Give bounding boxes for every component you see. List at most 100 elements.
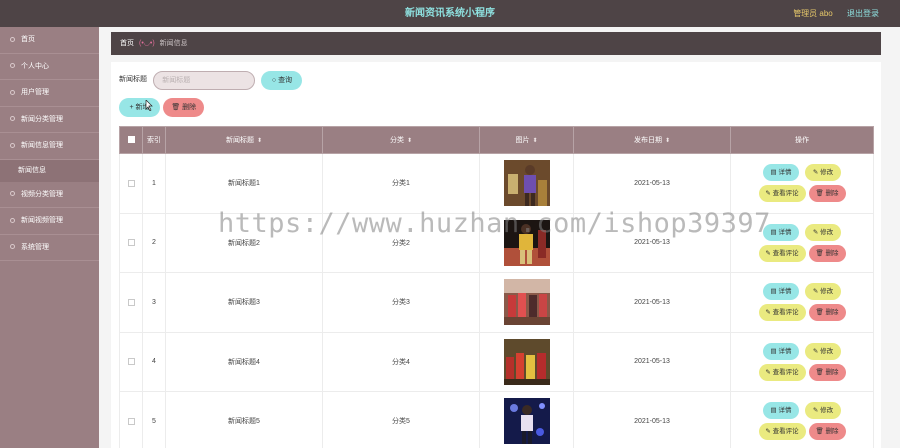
row-category: 分类2 xyxy=(322,212,480,273)
row-checkbox[interactable] xyxy=(127,298,135,306)
app-title: 新闻资讯系统小程序 xyxy=(405,8,495,19)
search-input[interactable]: 新闻标题 xyxy=(153,70,256,90)
row-delete-button[interactable]: 🗑 删除 xyxy=(808,185,846,203)
news-thumbnail[interactable] xyxy=(503,219,550,266)
sidebar-item-system[interactable]: 系统管理 xyxy=(0,235,99,261)
select-all-checkbox[interactable] xyxy=(127,136,135,144)
logout-link[interactable]: 退出登录 xyxy=(847,9,879,18)
comment-label: 查看评论 xyxy=(772,190,799,198)
bullet-icon xyxy=(10,142,15,148)
row-category: 分类5 xyxy=(322,391,480,448)
main-content: 首页 (•◡•) 新闻信息 新闻标题 新闻标题 ○ 查询 + 新增 🗑 删除 索引 … xyxy=(99,27,900,448)
sidebar-item-video-category[interactable]: 视频分类管理 xyxy=(0,182,99,208)
detail-label: 详情 xyxy=(778,407,792,415)
row-title: 新闻标题2 xyxy=(165,212,323,273)
add-button[interactable]: + 新增 xyxy=(119,98,160,117)
sidebar-item-label: 新闻分类管理 xyxy=(21,115,63,123)
edit-button[interactable]: ✎ 修改 xyxy=(805,342,841,360)
news-thumbnail[interactable] xyxy=(503,398,550,445)
breadcrumb-home[interactable]: 首页 xyxy=(120,40,134,47)
breadcrumb: 首页 (•◡•) 新闻信息 xyxy=(111,32,881,55)
delete-label: 删除 xyxy=(825,190,839,198)
delete-label: 删除 xyxy=(825,309,839,317)
edit-label: 修改 xyxy=(820,228,834,236)
sidebar-item-label: 用户管理 xyxy=(21,89,49,96)
column-header-title[interactable]: 新闻标题 ⬍ xyxy=(165,126,323,154)
row-delete-button[interactable]: 🗑 删除 xyxy=(808,244,846,262)
detail-button[interactable]: ▤ 详情 xyxy=(763,402,799,420)
row-index: 3 xyxy=(142,272,166,333)
row-checkbox[interactable] xyxy=(127,417,135,425)
search-row: 新闻标题 新闻标题 ○ 查询 xyxy=(119,70,303,90)
table-row: 2 新闻标题2 分类2 2021-05-13 ▤ 详情 ✎ 修改✎ 查看评论 🗑 删… xyxy=(119,212,874,273)
row-date: 2021-05-13 xyxy=(573,391,731,448)
news-thumbnail[interactable] xyxy=(503,160,550,207)
search-button[interactable]: ○ 查询 xyxy=(261,70,303,90)
sidebar-item-label: 视频分类管理 xyxy=(21,190,63,198)
detail-button[interactable]: ▤ 详情 xyxy=(763,164,799,182)
current-user: 管理员 abo xyxy=(793,9,833,18)
sort-icon[interactable]: ⬍ xyxy=(257,138,262,144)
view-comments-button[interactable]: ✎ 查看评论 xyxy=(758,363,806,381)
row-date: 2021-05-13 xyxy=(573,212,731,273)
row-checkbox[interactable] xyxy=(127,179,135,187)
row-checkbox[interactable] xyxy=(127,239,135,247)
breadcrumb-separator: (•◡•) xyxy=(139,40,155,47)
view-comments-button[interactable]: ✎ 查看评论 xyxy=(758,244,806,262)
trash-icon: 🗑 xyxy=(815,249,826,257)
row-category: 分类4 xyxy=(322,331,480,392)
select-all-cell xyxy=(119,126,143,154)
news-thumbnail[interactable] xyxy=(503,279,550,326)
news-thumbnail[interactable] xyxy=(503,338,550,385)
sidebar-item-news-category[interactable]: 新闻分类管理 xyxy=(0,107,99,133)
row-checkbox[interactable] xyxy=(127,358,135,366)
sidebar-item-users[interactable]: 用户管理 xyxy=(0,80,99,107)
view-comments-button[interactable]: ✎ 查看评论 xyxy=(758,185,806,203)
row-delete-button[interactable]: 🗑 删除 xyxy=(808,423,846,441)
column-header-index: 索引 xyxy=(142,126,166,154)
bullet-icon xyxy=(10,116,15,122)
pencil-icon: ✎ xyxy=(765,309,773,317)
row-index: 4 xyxy=(142,331,166,392)
view-comments-button[interactable]: ✎ 查看评论 xyxy=(758,304,806,322)
detail-button[interactable]: ▤ 详情 xyxy=(763,342,799,360)
column-header-label: 新闻标题 xyxy=(225,137,254,144)
pencil-icon: ✎ xyxy=(765,249,773,257)
batch-delete-button[interactable]: 🗑 删除 xyxy=(163,98,205,117)
comment-label: 查看评论 xyxy=(772,368,799,376)
edit-button[interactable]: ✎ 修改 xyxy=(805,402,841,420)
row-index: 2 xyxy=(142,212,166,273)
sidebar-item-profile[interactable]: 个人中心 xyxy=(0,54,99,80)
column-header-category[interactable]: 分类 ⬍ xyxy=(322,126,480,154)
row-index: 5 xyxy=(142,391,166,448)
edit-button[interactable]: ✎ 修改 xyxy=(805,164,841,182)
sidebar-item-news-info[interactable]: 新闻信息管理 xyxy=(0,133,99,160)
delete-label: 删除 xyxy=(825,249,839,257)
sidebar-item-home[interactable]: 首页 xyxy=(0,27,99,54)
trash-icon: 🗑 xyxy=(171,104,183,111)
column-header-date[interactable]: 发布日期 ⬍ xyxy=(573,126,731,154)
edit-button[interactable]: ✎ 修改 xyxy=(805,223,841,241)
row-actions: ▤ 详情 ✎ 修改✎ 查看评论 🗑 删除 xyxy=(730,212,874,273)
row-delete-button[interactable]: 🗑 删除 xyxy=(808,304,846,322)
edit-button[interactable]: ✎ 修改 xyxy=(805,283,841,301)
trash-icon: 🗑 xyxy=(815,368,826,376)
view-comments-button[interactable]: ✎ 查看评论 xyxy=(758,423,806,441)
sidebar-item-label: 新闻视频管理 xyxy=(21,217,63,224)
detail-button[interactable]: ▤ 详情 xyxy=(763,223,799,241)
row-actions: ▤ 详情 ✎ 修改✎ 查看评论 🗑 删除 xyxy=(730,331,874,392)
action-row: + 新增 🗑 删除 xyxy=(119,98,205,118)
row-delete-button[interactable]: 🗑 删除 xyxy=(808,363,846,381)
sort-icon[interactable]: ⬍ xyxy=(532,138,537,144)
row-title: 新闻标题1 xyxy=(165,153,323,214)
row-title: 新闻标题5 xyxy=(165,391,323,448)
sidebar-item-news-video[interactable]: 新闻视频管理 xyxy=(0,208,99,235)
row-title: 新闻标题3 xyxy=(165,272,323,333)
detail-button[interactable]: ▤ 详情 xyxy=(763,283,799,301)
row-actions: ▤ 详情 ✎ 修改 ✎ 查看评论 🗑 删除 xyxy=(730,153,874,214)
sidebar-subitem-news[interactable]: 新闻信息 xyxy=(0,159,99,182)
delete-label: 删除 xyxy=(825,368,839,376)
column-header-image[interactable]: 图片 ⬍ xyxy=(479,126,574,154)
sort-icon[interactable]: ⬍ xyxy=(665,138,670,144)
sort-icon[interactable]: ⬍ xyxy=(407,138,412,144)
